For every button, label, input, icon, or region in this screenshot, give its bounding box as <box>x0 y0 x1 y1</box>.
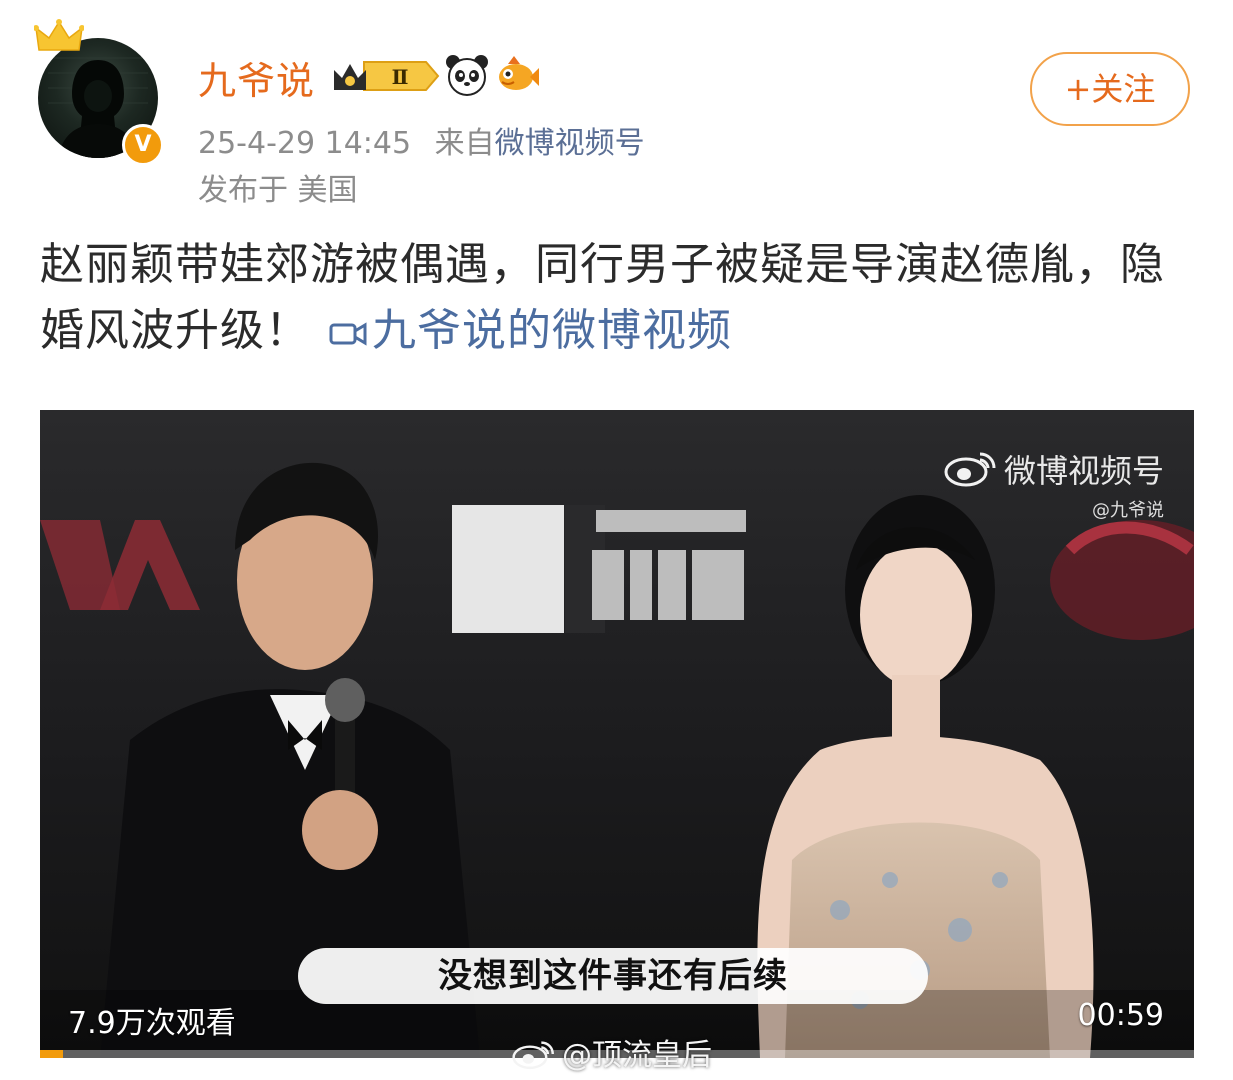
bottom-watermark-text: @顶流皇后 <box>562 1038 712 1073</box>
weibo-logo-icon <box>512 1041 554 1070</box>
view-count: 7.9万次观看 <box>68 1006 236 1041</box>
post-content: 赵丽颖带娃郊游被偶遇，同行男子被疑是导演赵德胤，隐婚风波升级！ 九爷说的微博视频 <box>40 232 1200 364</box>
post-location: 发布于 美国 <box>198 173 358 208</box>
bottom-watermark: @顶流皇后 <box>512 1030 712 1074</box>
video-duration: 00:59 <box>1077 998 1164 1033</box>
video-watermark: 微博视频号 @九爷说 <box>944 446 1164 522</box>
video-link-label: 九爷说的微博视频 <box>372 305 732 356</box>
post-meta: 25-4-29 14:45 来自微博视频号 <box>198 118 645 162</box>
weibo-logo-icon <box>944 452 996 487</box>
verified-icon: V <box>122 124 164 166</box>
user-name[interactable]: 九爷说 <box>198 50 315 105</box>
watermark-text: 微博视频号 <box>1003 452 1164 490</box>
video-camera-icon <box>329 322 367 346</box>
level-badge-text: Ⅱ <box>392 65 409 89</box>
post-source[interactable]: 微博视频号 <box>495 126 645 161</box>
video-player[interactable]: 微博视频号 @九爷说 没想到这件事还有后续 7.9万次观看 00:59 <box>40 410 1194 1058</box>
post-time[interactable]: 25-4-29 14:45 <box>198 126 411 161</box>
watermark-handle: @九爷说 <box>1092 500 1164 521</box>
crown-icon <box>34 19 84 51</box>
avatar-container[interactable]: V <box>34 19 164 166</box>
video-subtitle: 没想到这件事还有后续 <box>298 948 928 1004</box>
video-link[interactable]: 九爷说的微博视频 <box>328 305 732 356</box>
follow-button[interactable]: +关注 <box>1030 52 1190 126</box>
video-progress-fill <box>40 1050 64 1058</box>
panda-icon <box>446 55 488 96</box>
fish-icon <box>499 56 539 90</box>
from-label: 来自 <box>434 126 495 161</box>
level-badge-icon: Ⅱ <box>334 61 440 91</box>
